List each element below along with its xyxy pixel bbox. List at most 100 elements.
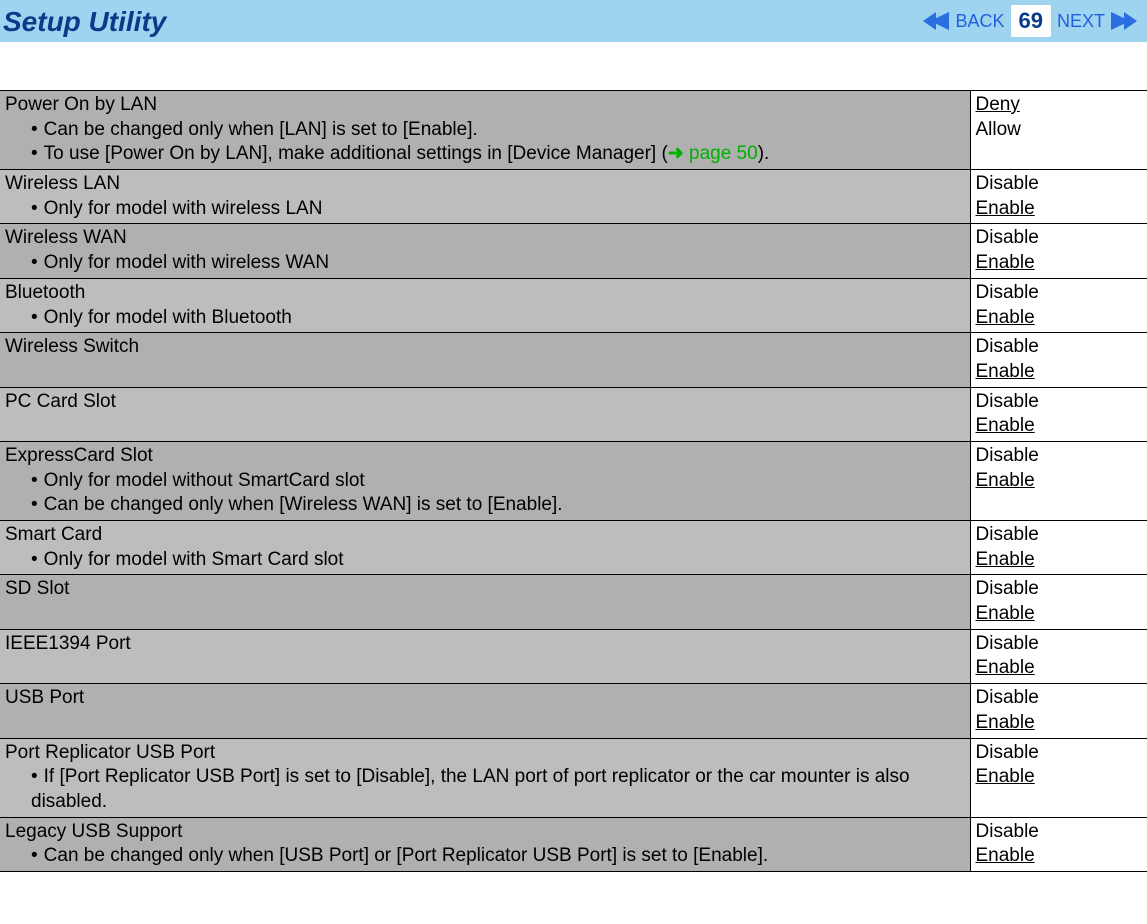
option-value: Enable — [976, 765, 1143, 790]
table-row: Wireless Switch DisableEnable — [0, 333, 1147, 387]
page-number: 69 — [1011, 5, 1051, 37]
setting-cell: Wireless Switch — [0, 333, 970, 387]
setting-name: Wireless WAN — [5, 226, 965, 251]
setting-cell: Port Replicator USB PortIf [Port Replica… — [0, 738, 970, 817]
note-text: If [Port Replicator USB Port] is set to … — [31, 766, 910, 812]
options-cell: DisableEnable — [970, 441, 1147, 520]
setting-name: Smart Card — [5, 523, 965, 548]
setting-name: Legacy USB Support — [5, 820, 965, 845]
content-area: Power On by LANCan be changed only when … — [0, 42, 1147, 872]
setting-note: Can be changed only when [LAN] is set to… — [31, 118, 965, 143]
setting-cell: IEEE1394 Port — [0, 629, 970, 683]
options-cell: DisableEnable — [970, 278, 1147, 332]
page-title: Setup Utility — [0, 4, 166, 38]
back-arrow-icon[interactable] — [923, 12, 949, 30]
table-row: Wireless WANOnly for model with wireless… — [0, 224, 1147, 278]
options-cell: DisableEnable — [970, 170, 1147, 224]
setting-note: To use [Power On by LAN], make additiona… — [31, 142, 965, 167]
option-value: Disable — [976, 335, 1143, 360]
options-cell: DisableEnable — [970, 521, 1147, 575]
option-value: Deny — [976, 93, 1143, 118]
option-value: Enable — [976, 306, 1143, 331]
options-cell: DisableEnable — [970, 575, 1147, 629]
options-cell: DisableEnable — [970, 684, 1147, 738]
setting-note: Can be changed only when [Wireless WAN] … — [31, 493, 965, 518]
setting-note: Only for model with wireless LAN — [31, 197, 965, 222]
header-bar: Setup Utility BACK 69 NEXT — [0, 0, 1147, 42]
option-value: Disable — [976, 577, 1143, 602]
option-value: Disable — [976, 523, 1143, 548]
option-value: Enable — [976, 360, 1143, 385]
setting-notes: Only for model with wireless WAN — [5, 251, 965, 276]
setting-name: USB Port — [5, 686, 965, 711]
option-value: Enable — [976, 656, 1143, 681]
setting-cell: SD Slot — [0, 575, 970, 629]
note-text: Only for model with Smart Card slot — [44, 549, 344, 570]
note-suffix: ). — [758, 143, 770, 164]
note-text: Only for model with wireless LAN — [44, 198, 323, 219]
setting-note: Only for model with wireless WAN — [31, 251, 965, 276]
note-text: Can be changed only when [LAN] is set to… — [44, 119, 478, 140]
options-cell: DisableEnable — [970, 224, 1147, 278]
option-value: Allow — [976, 118, 1143, 143]
option-value: Enable — [976, 469, 1143, 494]
setting-notes: Can be changed only when [LAN] is set to… — [5, 118, 965, 167]
setting-note: Only for model with Smart Card slot — [31, 548, 965, 573]
setting-notes: If [Port Replicator USB Port] is set to … — [5, 765, 965, 814]
table-row: IEEE1394 PortDisableEnable — [0, 629, 1147, 683]
note-text: To use [Power On by LAN], make additiona… — [44, 143, 668, 164]
next-arrow-icon[interactable] — [1111, 12, 1137, 30]
setting-note: If [Port Replicator USB Port] is set to … — [31, 765, 965, 814]
note-text: Can be changed only when [USB Port] or [… — [44, 845, 768, 866]
setting-cell: Smart CardOnly for model with Smart Card… — [0, 521, 970, 575]
setting-notes: Only for model with wireless LAN — [5, 197, 965, 222]
option-value: Disable — [976, 390, 1143, 415]
option-value: Disable — [976, 632, 1143, 657]
setting-name: Wireless LAN — [5, 172, 965, 197]
options-cell: DisableEnable — [970, 738, 1147, 817]
option-value: Disable — [976, 444, 1143, 469]
setting-name: Power On by LAN — [5, 93, 965, 118]
option-value: Enable — [976, 197, 1143, 222]
setting-cell: PC Card Slot — [0, 387, 970, 441]
table-row: Wireless LANOnly for model with wireless… — [0, 170, 1147, 224]
setting-cell: Wireless LANOnly for model with wireless… — [0, 170, 970, 224]
nav-controls: BACK 69 NEXT — [923, 5, 1137, 37]
setting-name: IEEE1394 Port — [5, 632, 965, 657]
table-row: ExpressCard SlotOnly for model without S… — [0, 441, 1147, 520]
setting-name: Wireless Switch — [5, 335, 965, 360]
setting-cell: Wireless WANOnly for model with wireless… — [0, 224, 970, 278]
setting-notes: Can be changed only when [USB Port] or [… — [5, 844, 965, 869]
setting-cell: Power On by LANCan be changed only when … — [0, 91, 970, 170]
option-value: Disable — [976, 281, 1143, 306]
page-link[interactable]: page 50 — [689, 143, 758, 164]
setting-note: Only for model with Bluetooth — [31, 306, 965, 331]
option-value: Disable — [976, 741, 1143, 766]
options-cell: DisableEnable — [970, 387, 1147, 441]
option-value: Disable — [976, 820, 1143, 845]
setting-name: ExpressCard Slot — [5, 444, 965, 469]
option-value: Enable — [976, 548, 1143, 573]
setting-note: Only for model without SmartCard slot — [31, 469, 965, 494]
options-cell: DisableEnable — [970, 629, 1147, 683]
setting-name: Port Replicator USB Port — [5, 741, 965, 766]
table-row: Power On by LANCan be changed only when … — [0, 91, 1147, 170]
settings-table: Power On by LANCan be changed only when … — [0, 90, 1147, 872]
back-button[interactable]: BACK — [955, 11, 1004, 32]
table-row: USB PortDisableEnable — [0, 684, 1147, 738]
option-value: Enable — [976, 711, 1143, 736]
next-button[interactable]: NEXT — [1057, 11, 1105, 32]
option-value: Disable — [976, 226, 1143, 251]
note-text: Only for model without SmartCard slot — [44, 470, 365, 491]
setting-notes: Only for model with Smart Card slot — [5, 548, 965, 573]
option-value: Enable — [976, 602, 1143, 627]
note-text: Only for model with Bluetooth — [44, 307, 292, 328]
setting-name: Bluetooth — [5, 281, 965, 306]
option-value: Enable — [976, 844, 1143, 869]
option-value: Disable — [976, 172, 1143, 197]
table-row: BluetoothOnly for model with Bluetooth Di… — [0, 278, 1147, 332]
setting-cell: USB Port — [0, 684, 970, 738]
option-value: Enable — [976, 414, 1143, 439]
note-text: Only for model with wireless WAN — [44, 252, 329, 273]
options-cell: DisableEnable — [970, 817, 1147, 871]
